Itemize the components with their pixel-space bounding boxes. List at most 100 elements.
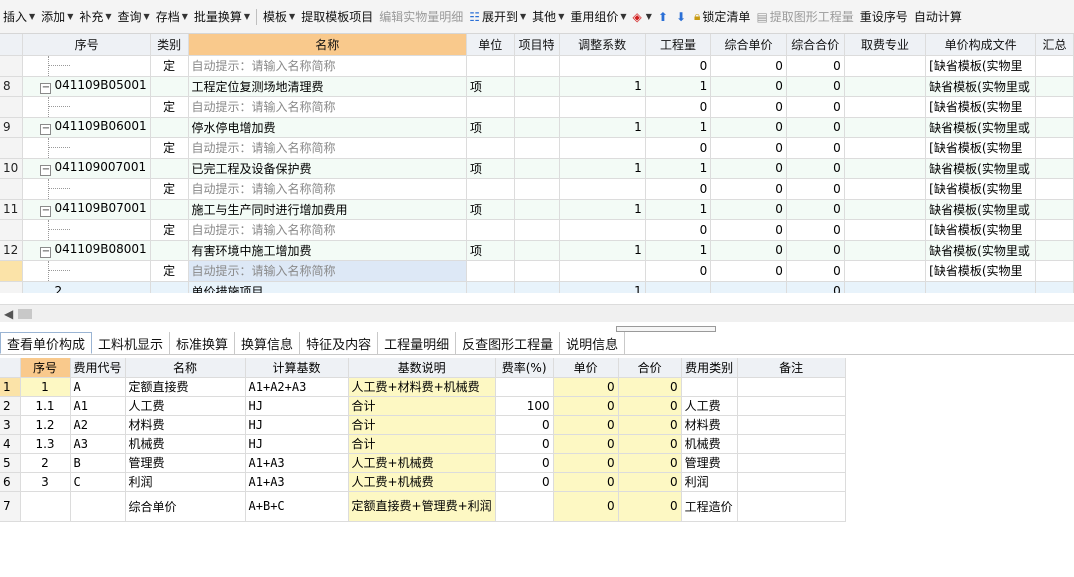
row-type[interactable]: 定 — [150, 219, 189, 241]
row-base-desc[interactable]: 合计 — [348, 415, 496, 435]
row-type[interactable]: 定 — [150, 96, 189, 118]
header-name[interactable]: 名称 — [188, 34, 467, 56]
row-number[interactable]: 4 — [0, 434, 21, 454]
table-row[interactable]: 10−041109007001 已完工程及设备保护费项 1 1 0 0 缺省模板(实物里或 — [0, 158, 1074, 179]
panel-splitter[interactable] — [616, 326, 716, 332]
header-unit-price[interactable]: 单价 — [553, 358, 619, 378]
row-fee-major[interactable] — [844, 158, 927, 179]
row-calc-base[interactable]: A+B+C — [245, 491, 349, 522]
row-rate[interactable]: 0 — [495, 415, 554, 435]
row-code[interactable]: −041109007001 — [22, 158, 151, 179]
tab-reverse-graphic[interactable]: 反查图形工程量 — [456, 332, 561, 354]
row-price-file[interactable]: 缺省模板(实物里或 — [925, 117, 1037, 138]
table-row[interactable]: 7 综合单价 A+B+C 定额直接费+管理费+利润 0 0 工程造价 — [0, 491, 846, 522]
row-unit-price[interactable]: 0 — [710, 96, 787, 118]
table-row[interactable]: 定自动提示：请输入名称简称 0 0 0 [缺省模板(实物里 — [0, 178, 1074, 200]
row-summary[interactable] — [1035, 260, 1074, 282]
row-number[interactable]: 11 — [0, 199, 24, 220]
row-coef[interactable] — [559, 55, 646, 77]
row-price-file[interactable]: 缺省模板(实物里或 — [925, 240, 1037, 261]
row-qty[interactable]: 1 — [645, 117, 712, 138]
row-rate[interactable]: 100 — [495, 396, 554, 416]
row-price-file[interactable]: 缺省模板(实物里或 — [925, 158, 1037, 179]
row-name[interactable]: 单价措施项目 — [188, 281, 467, 293]
edit-quantity-detail-button[interactable]: 编辑实物量明细 — [376, 6, 466, 28]
row-number[interactable] — [0, 260, 24, 282]
fill-color-button[interactable]: ◈ ▼ — [630, 6, 655, 28]
row-coef[interactable] — [559, 137, 646, 159]
row-qty[interactable]: 1 — [645, 158, 712, 179]
row-seq[interactable]: 1.1 — [20, 396, 71, 416]
row-total-price[interactable]: 0 — [786, 281, 845, 293]
row-number[interactable] — [0, 219, 24, 241]
row-rate[interactable]: 0 — [495, 453, 554, 473]
row-total[interactable]: 0 — [618, 434, 682, 454]
row-coef[interactable] — [559, 219, 646, 241]
row-price-file[interactable] — [925, 281, 1037, 293]
row-price-file[interactable]: [缺省模板(实物里 — [925, 260, 1037, 282]
row-name[interactable]: 利润 — [125, 472, 246, 492]
tab-conversion-info[interactable]: 换算信息 — [235, 332, 301, 354]
row-unit-price[interactable]: 0 — [710, 219, 787, 241]
row-unit-price[interactable]: 0 — [710, 178, 787, 200]
row-fee-code[interactable]: A1 — [70, 396, 126, 416]
row-fee-category[interactable]: 工程造价 — [681, 491, 738, 522]
row-calc-base[interactable]: HJ — [245, 415, 349, 435]
row-unit-price[interactable]: 0 — [553, 377, 619, 397]
row-unit[interactable] — [466, 96, 515, 118]
row-total-price[interactable]: 0 — [786, 117, 845, 138]
table-row[interactable]: 定自动提示：请输入名称简称 0 0 0 [缺省模板(实物里 — [0, 137, 1074, 159]
row-unit[interactable] — [466, 281, 515, 293]
header-remark[interactable]: 备注 — [737, 358, 846, 378]
row-summary[interactable] — [1035, 219, 1074, 241]
row-coef[interactable] — [559, 260, 646, 282]
table-row[interactable]: 12−041109B08001 有害环境中施工增加费项 1 1 0 0 缺省模板(实物里或 — [0, 240, 1074, 261]
row-remark[interactable] — [737, 453, 846, 473]
row-name[interactable]: 有害环境中施工增加费 — [188, 240, 467, 261]
row-unit-price[interactable]: 0 — [553, 434, 619, 454]
add-button[interactable]: 添加 ▼ — [38, 6, 76, 28]
row-name[interactable]: 自动提示：请输入名称简称 — [188, 55, 467, 77]
row-qty[interactable]: 0 — [645, 178, 712, 200]
row-type[interactable]: 定 — [150, 260, 189, 282]
tab-price-composition[interactable]: 查看单价构成 — [0, 332, 93, 354]
row-coef[interactable] — [559, 96, 646, 118]
row-fee-code[interactable]: A — [70, 377, 126, 397]
scroll-left-icon[interactable]: ◀ — [4, 307, 13, 321]
move-up-button[interactable]: ⬆ — [655, 6, 673, 28]
row-qty[interactable]: 0 — [645, 219, 712, 241]
scrollbar-thumb[interactable] — [18, 309, 32, 319]
extract-template-button[interactable]: 提取模板项目 — [298, 6, 376, 28]
row-base-desc[interactable]: 人工费+机械费 — [348, 453, 496, 473]
row-number[interactable] — [0, 137, 24, 159]
insert-button[interactable]: 插入 ▼ — [0, 6, 38, 28]
header-unit-price[interactable]: 综合单价 — [710, 34, 787, 56]
expand-to-button[interactable]: ☷ 展开到 ▼ — [466, 6, 529, 28]
other-button[interactable]: 其他 ▼ — [529, 6, 567, 28]
row-feature[interactable] — [514, 96, 560, 118]
table-row[interactable]: 定自动提示：请输入名称简称 0 0 0 [缺省模板(实物里 — [0, 260, 1074, 282]
row-summary[interactable] — [1035, 178, 1074, 200]
row-name[interactable]: 停水停电增加费 — [188, 117, 467, 138]
table-row[interactable]: 3 1.2 A2 材料费 HJ 合计 0 0 0 材料费 — [0, 415, 846, 435]
row-number[interactable]: 12 — [0, 240, 24, 261]
row-unit[interactable]: 项 — [466, 158, 515, 179]
row-seq[interactable]: 3 — [20, 472, 71, 492]
row-summary[interactable] — [1035, 281, 1074, 293]
template-button[interactable]: 模板 ▼ — [260, 6, 298, 28]
row-unit-price[interactable]: 0 — [710, 199, 787, 220]
row-name[interactable]: 人工费 — [125, 396, 246, 416]
row-total-price[interactable]: 0 — [786, 76, 845, 97]
row-remark[interactable] — [737, 491, 846, 522]
row-number[interactable] — [0, 178, 24, 200]
row-summary[interactable] — [1035, 76, 1074, 97]
row-remark[interactable] — [737, 396, 846, 416]
row-fee-category[interactable]: 管理费 — [681, 453, 738, 473]
row-qty[interactable]: 1 — [645, 76, 712, 97]
row-fee-major[interactable] — [844, 281, 927, 293]
move-down-button[interactable]: ⬇ — [673, 6, 691, 28]
row-remark[interactable] — [737, 434, 846, 454]
row-summary[interactable] — [1035, 117, 1074, 138]
row-feature[interactable] — [514, 199, 560, 220]
row-base-desc[interactable]: 定额直接费+管理费+利润 — [348, 491, 496, 522]
